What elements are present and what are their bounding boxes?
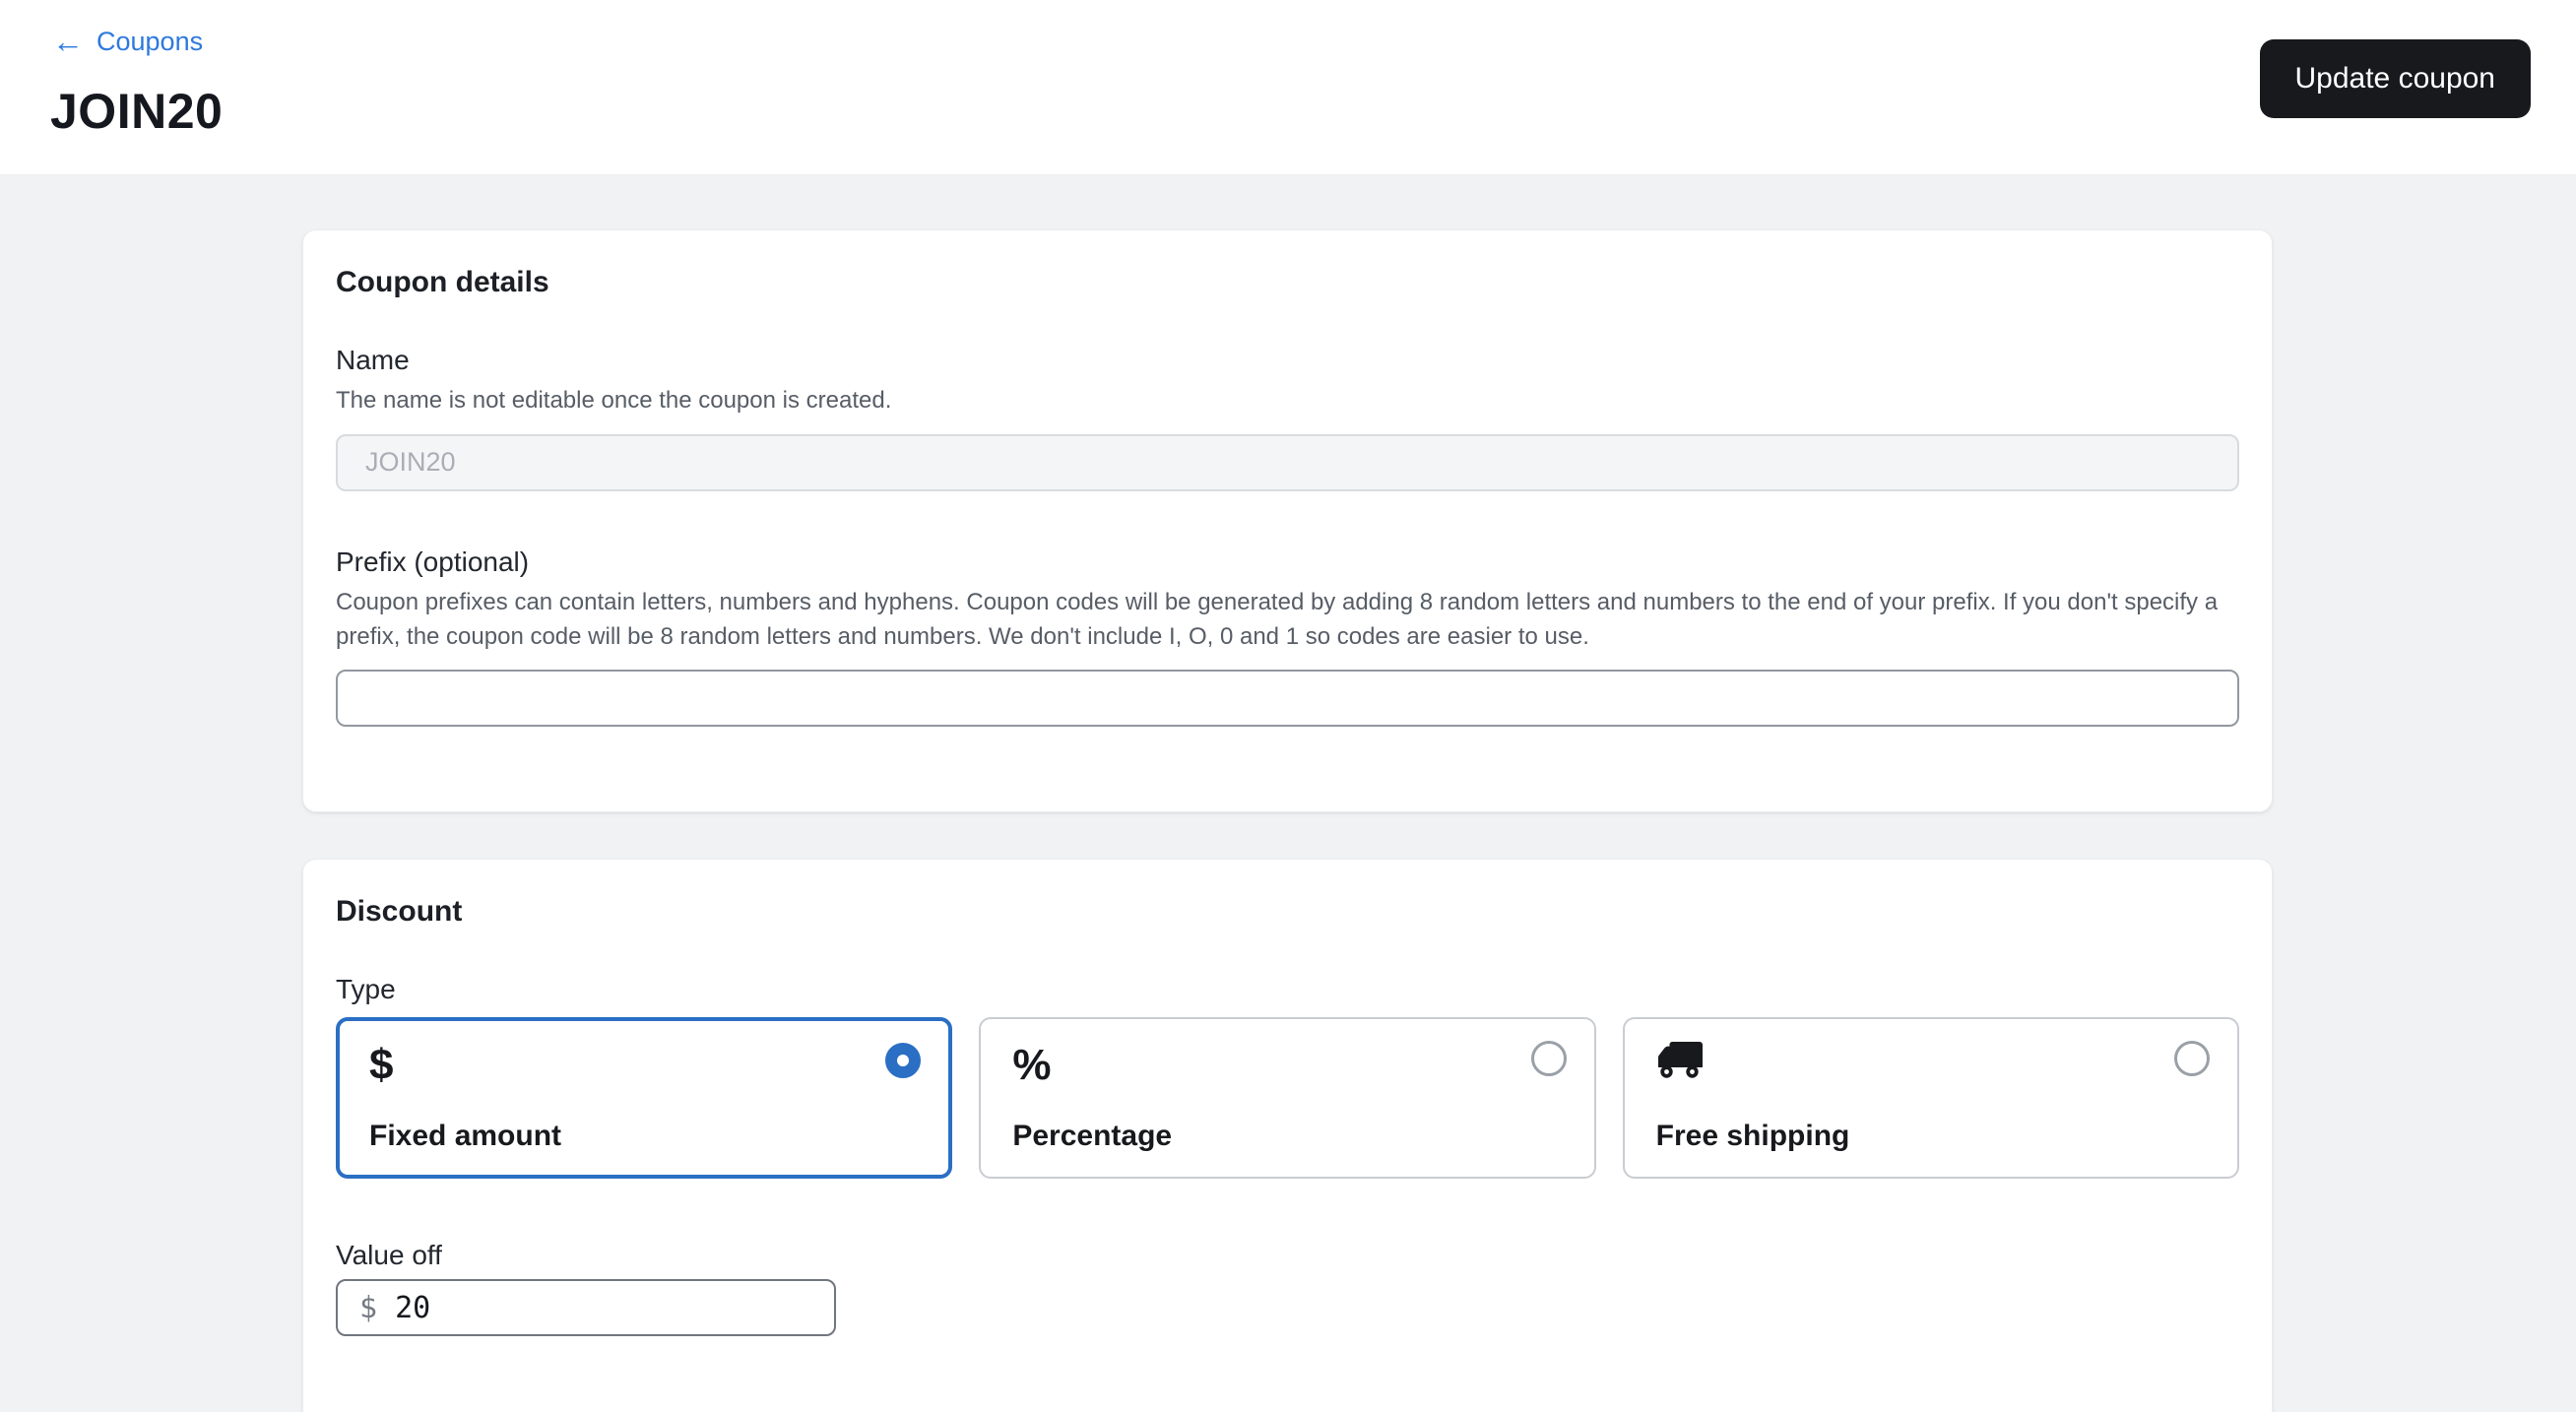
page-title: JOIN20 (50, 83, 223, 140)
name-label: Name (336, 345, 2238, 376)
name-input (336, 434, 2239, 491)
option-label-fixed-amount: Fixed amount (369, 1120, 919, 1153)
prefix-help-text: Coupon prefixes can contain letters, num… (336, 586, 2238, 655)
name-help-text: The name is not editable once the coupon… (336, 384, 2238, 418)
discount-type-options: $ Fixed amount % Percentage (336, 1017, 2239, 1179)
coupon-details-card: Coupon details Name The name is not edit… (302, 229, 2273, 812)
value-off-field: Value off $ (336, 1240, 2238, 1336)
dollar-icon: $ (369, 1041, 919, 1090)
value-off-amount[interactable] (395, 1291, 812, 1325)
type-label: Type (336, 974, 2238, 1005)
coupon-details-heading: Coupon details (336, 266, 2238, 299)
currency-symbol: $ (359, 1291, 377, 1325)
value-off-label: Value off (336, 1240, 2238, 1271)
discount-type-percentage-option[interactable]: % Percentage (979, 1017, 1595, 1179)
main-content: Coupon details Name The name is not edit… (0, 175, 2576, 1412)
back-link-label: Coupons (97, 22, 203, 61)
prefix-input[interactable] (336, 670, 2239, 727)
option-label-free-shipping: Free shipping (1656, 1120, 2206, 1153)
discount-card: Discount Type $ Fixed amount % Percentag… (302, 859, 2273, 1412)
back-arrow-icon: ← (52, 24, 84, 59)
radio-percentage[interactable] (1531, 1041, 1567, 1076)
discount-heading: Discount (336, 895, 2238, 929)
discount-type-free-shipping-option[interactable]: Free shipping (1623, 1017, 2239, 1179)
update-coupon-button[interactable]: Update coupon (2260, 39, 2532, 118)
percent-icon: % (1012, 1041, 1562, 1090)
option-label-percentage: Percentage (1012, 1120, 1562, 1153)
value-off-input[interactable]: $ (336, 1279, 836, 1336)
prefix-field: Prefix (optional) Coupon prefixes can co… (336, 546, 2238, 728)
name-field: Name The name is not editable once the c… (336, 345, 2238, 491)
truck-icon (1656, 1041, 2206, 1080)
back-to-coupons-link[interactable]: ← Coupons (52, 22, 203, 61)
page-header: ← Coupons JOIN20 Update coupon (0, 0, 2576, 175)
prefix-label: Prefix (optional) (336, 546, 2238, 578)
discount-type-fixed-amount-option[interactable]: $ Fixed amount (336, 1017, 952, 1179)
